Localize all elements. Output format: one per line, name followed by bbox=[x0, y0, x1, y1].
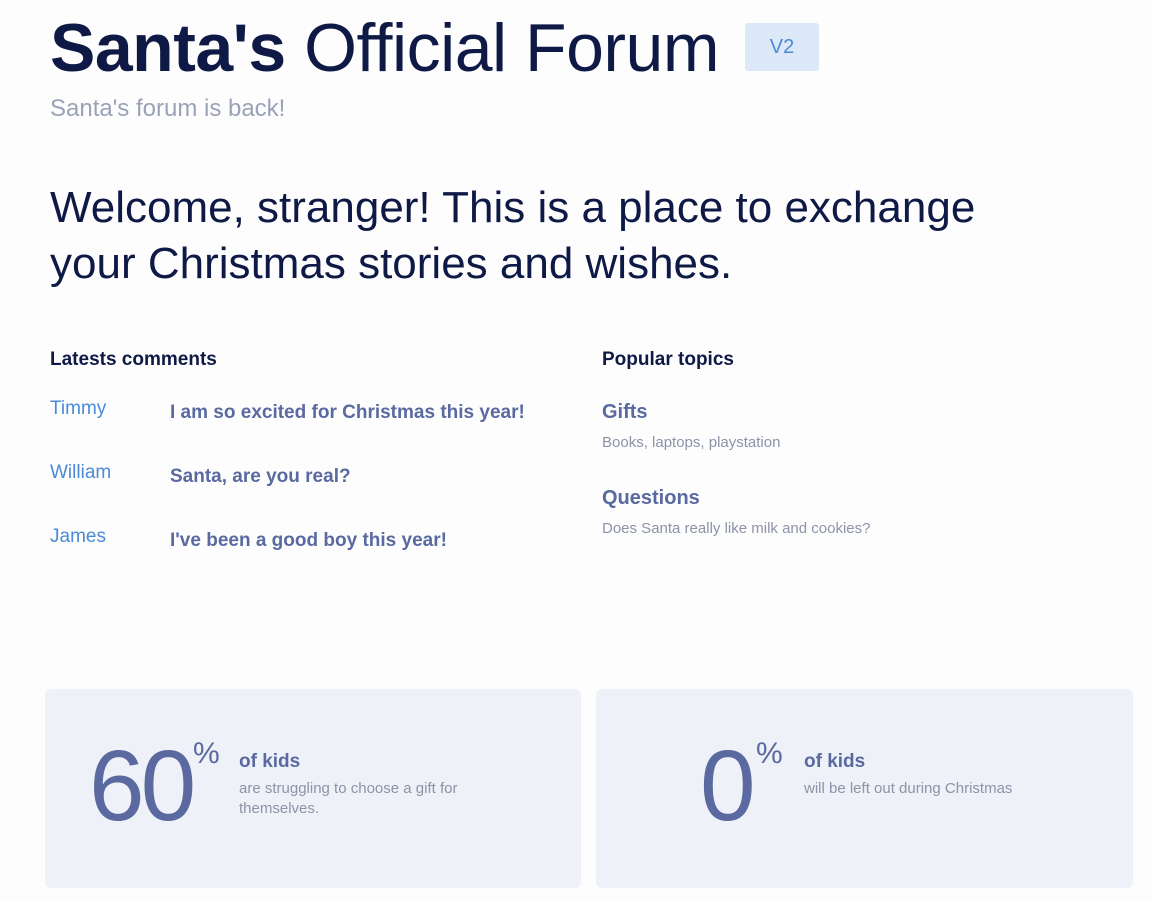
site-header: Santa's Official Forum V2 bbox=[50, 8, 820, 88]
stat-card-choosing-gift: 60 % of kids are struggling to choose a … bbox=[45, 689, 581, 888]
stat-percent-sign: % bbox=[193, 737, 220, 770]
comment-text: I've been a good boy this year! bbox=[170, 530, 447, 551]
comment-author-link[interactable]: William bbox=[50, 462, 111, 484]
comment-author-link[interactable]: Timmy bbox=[50, 398, 106, 420]
latest-comments-list: Timmy I am so excited for Christmas this… bbox=[50, 398, 570, 590]
version-badge[interactable]: V2 bbox=[745, 23, 820, 71]
stat-label: of kids bbox=[239, 751, 301, 772]
topic-title-link[interactable]: Questions bbox=[602, 487, 700, 510]
stat-percent-sign: % bbox=[756, 737, 783, 770]
comment-item: Timmy I am so excited for Christmas this… bbox=[50, 398, 570, 462]
topic-title-link[interactable]: Gifts bbox=[602, 401, 648, 424]
site-title: Santa's Official Forum bbox=[50, 8, 720, 88]
site-title-bold: Santa's bbox=[50, 10, 286, 86]
topic-description: Books, laptops, playstation bbox=[602, 434, 781, 451]
popular-topics-heading: Popular topics bbox=[602, 349, 734, 370]
comment-text: I am so excited for Christmas this year! bbox=[170, 402, 525, 423]
popular-topics-list: Gifts Books, laptops, playstation Questi… bbox=[602, 401, 1102, 573]
comment-text: Santa, are you real? bbox=[170, 466, 351, 487]
comment-item: James I've been a good boy this year! bbox=[50, 526, 570, 590]
comment-author-link[interactable]: James bbox=[50, 526, 106, 548]
stat-description: are struggling to choose a gift for them… bbox=[239, 780, 458, 817]
topic-description: Does Santa really like milk and cookies? bbox=[602, 520, 871, 537]
stat-value: 60 bbox=[89, 730, 196, 842]
stat-value: 0 bbox=[700, 730, 756, 842]
latest-comments-heading: Latests comments bbox=[50, 349, 217, 370]
site-title-rest: Official Forum bbox=[304, 10, 720, 86]
topic-item: Gifts Books, laptops, playstation bbox=[602, 401, 1102, 487]
stat-card-left-out: 0 % of kids will be left out during Chri… bbox=[596, 689, 1133, 888]
site-tagline: Santa's forum is back! bbox=[50, 95, 286, 122]
welcome-message: Welcome, stranger! This is a place to ex… bbox=[50, 183, 976, 288]
topic-item: Questions Does Santa really like milk an… bbox=[602, 487, 1102, 573]
comment-item: William Santa, are you real? bbox=[50, 462, 570, 526]
stat-description: will be left out during Christmas bbox=[804, 780, 1013, 797]
stat-label: of kids bbox=[804, 751, 866, 772]
